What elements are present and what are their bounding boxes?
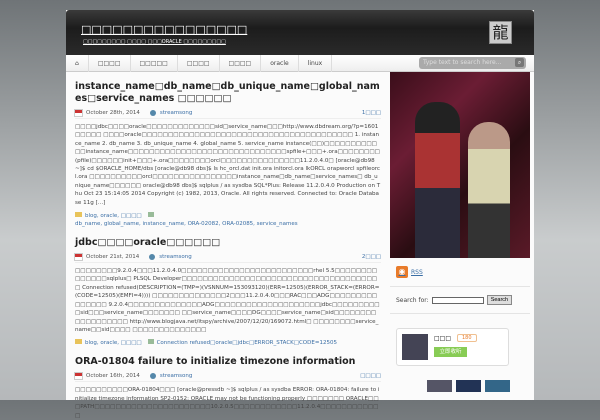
site-description: □□□□□□□□□ □□□□ □□□ORACLE □□□□□□□□□ bbox=[83, 39, 226, 45]
thumbnail[interactable] bbox=[456, 380, 481, 392]
comments-link[interactable]: 1□□□ bbox=[362, 110, 381, 116]
folder-icon bbox=[75, 212, 82, 218]
thumbnail-row bbox=[427, 380, 524, 392]
post-author[interactable]: streamsong bbox=[159, 254, 191, 260]
thumbnail[interactable] bbox=[485, 380, 510, 392]
user-icon bbox=[149, 254, 156, 261]
nav-item[interactable]: □□□□□ bbox=[131, 54, 178, 72]
post-meta: October 21st, 2014 streamsong 2□□□ bbox=[74, 253, 381, 264]
follower-count: 180 bbox=[457, 334, 477, 342]
site-header: □□□□□□□□□□□□□□□□ □□□□□□□□□ □□□□ □□□ORACL… bbox=[66, 10, 534, 55]
person-figure bbox=[468, 122, 510, 258]
main-nav: ⌂ □□□□ □□□□□ □□□□ □□□□ oracle linux Type… bbox=[66, 54, 534, 72]
user-icon bbox=[149, 110, 156, 116]
post-title[interactable]: ORA-01804 failure to initialize timezone… bbox=[75, 356, 381, 368]
post-tags[interactable]: Connection refused□oracle□jdbc□ERROR_STA… bbox=[157, 340, 337, 346]
post-date: October 28th, 2014 bbox=[86, 110, 140, 116]
post-tags[interactable]: db_name, global_name, instance_name, ORA… bbox=[75, 221, 298, 227]
post-excerpt: □□□□jdbc□□□□oracle□□□□□□□□□□□□□sid□servi… bbox=[75, 124, 381, 206]
weibo-name[interactable]: □□□ bbox=[434, 335, 451, 342]
weibo-widget: □□□ 180 立即收听 bbox=[390, 314, 530, 400]
rss-icon: ◉ bbox=[396, 266, 408, 278]
post: instance_name□db_name□db_unique_name□glo… bbox=[74, 81, 381, 228]
dragon-logo-icon: 龍 bbox=[489, 21, 512, 44]
post-author[interactable]: streamsong bbox=[160, 110, 192, 116]
nav-item[interactable]: □□□□ bbox=[89, 54, 131, 72]
calendar-icon bbox=[74, 253, 83, 262]
calendar-icon bbox=[74, 372, 83, 381]
rss-label[interactable]: RSS bbox=[411, 269, 423, 276]
nav-item-linux[interactable]: linux bbox=[299, 54, 333, 72]
post-title[interactable]: instance_name□db_name□db_unique_name□glo… bbox=[75, 81, 381, 105]
search-placeholder: Type text to search here... bbox=[423, 59, 502, 66]
site-title[interactable]: □□□□□□□□□□□□□□□□ bbox=[81, 23, 247, 36]
rss-link[interactable]: ◉ RSS bbox=[396, 266, 524, 278]
sidebar: ◉ RSS Search for: Search □□□ 180 立即收听 bbox=[390, 72, 530, 400]
post-excerpt: □□□□□□□□9.2.0.4□□□11.2.0.4.0□□□□□□□□□□□□… bbox=[75, 268, 380, 333]
comments-link[interactable]: 2□□□ bbox=[362, 254, 381, 260]
folder-icon bbox=[75, 339, 82, 345]
sidebar-search-input[interactable] bbox=[431, 296, 484, 304]
post-categories[interactable]: blog, oracle, □□□□ bbox=[85, 213, 142, 219]
post: jdbc□□□□oracle□□□□□□ October 21st, 2014 s… bbox=[74, 237, 381, 347]
page-container: □□□□□□□□□□□□□□□□ □□□□□□□□□ □□□□ □□□ORACL… bbox=[66, 10, 534, 419]
person-figure bbox=[415, 102, 460, 258]
post-date: October 21st, 2014 bbox=[86, 254, 140, 261]
follow-button[interactable]: 立即收听 bbox=[434, 347, 467, 357]
post-taxonomy: blog, oracle, □□□□ db_name, global_name, … bbox=[75, 212, 381, 228]
rss-widget: ◉ RSS bbox=[390, 258, 530, 287]
weibo-card: □□□ 180 立即收听 bbox=[396, 328, 509, 366]
home-icon[interactable]: ⌂ bbox=[66, 54, 89, 72]
post-excerpt: □□□□□□□□□□ORA-01804□□□ [oracle@pressdb ~… bbox=[75, 387, 380, 419]
nav-item[interactable]: □□□□ bbox=[178, 54, 220, 72]
post-author[interactable]: streamsong bbox=[160, 373, 192, 379]
search-input[interactable]: Type text to search here... ⌕ bbox=[419, 57, 526, 69]
search-widget: Search for: Search bbox=[390, 287, 530, 314]
avatar[interactable] bbox=[402, 334, 428, 360]
tag-icon bbox=[147, 339, 154, 345]
sidebar-photo bbox=[390, 72, 530, 258]
nav-item-oracle[interactable]: oracle bbox=[261, 54, 299, 72]
tag-icon bbox=[147, 212, 154, 218]
post-date: October 16th, 2014 bbox=[86, 373, 140, 380]
post-categories[interactable]: blog, oracle, □□□□ bbox=[85, 340, 142, 346]
search-label: Search for: bbox=[396, 296, 429, 304]
search-button[interactable]: Search bbox=[486, 295, 513, 305]
user-icon bbox=[149, 373, 156, 380]
post-title[interactable]: jdbc□□□□oracle□□□□□□ bbox=[75, 237, 381, 249]
nav-item[interactable]: □□□□ bbox=[220, 54, 262, 72]
calendar-icon bbox=[74, 109, 83, 117]
post-meta: October 16th, 2014 streamsong □□□□ bbox=[74, 372, 381, 383]
post-list: instance_name□db_name□db_unique_name□glo… bbox=[66, 72, 388, 420]
post-taxonomy: blog, oracle, □□□□ Connection refused□ora… bbox=[75, 339, 381, 347]
post-meta: October 28th, 2014 streamsong 1□□□ bbox=[74, 109, 381, 119]
search-icon[interactable]: ⌕ bbox=[515, 58, 524, 67]
comments-link[interactable]: □□□□ bbox=[360, 373, 381, 379]
post: ORA-01804 failure to initialize timezone… bbox=[74, 356, 381, 420]
thumbnail[interactable] bbox=[427, 380, 452, 392]
